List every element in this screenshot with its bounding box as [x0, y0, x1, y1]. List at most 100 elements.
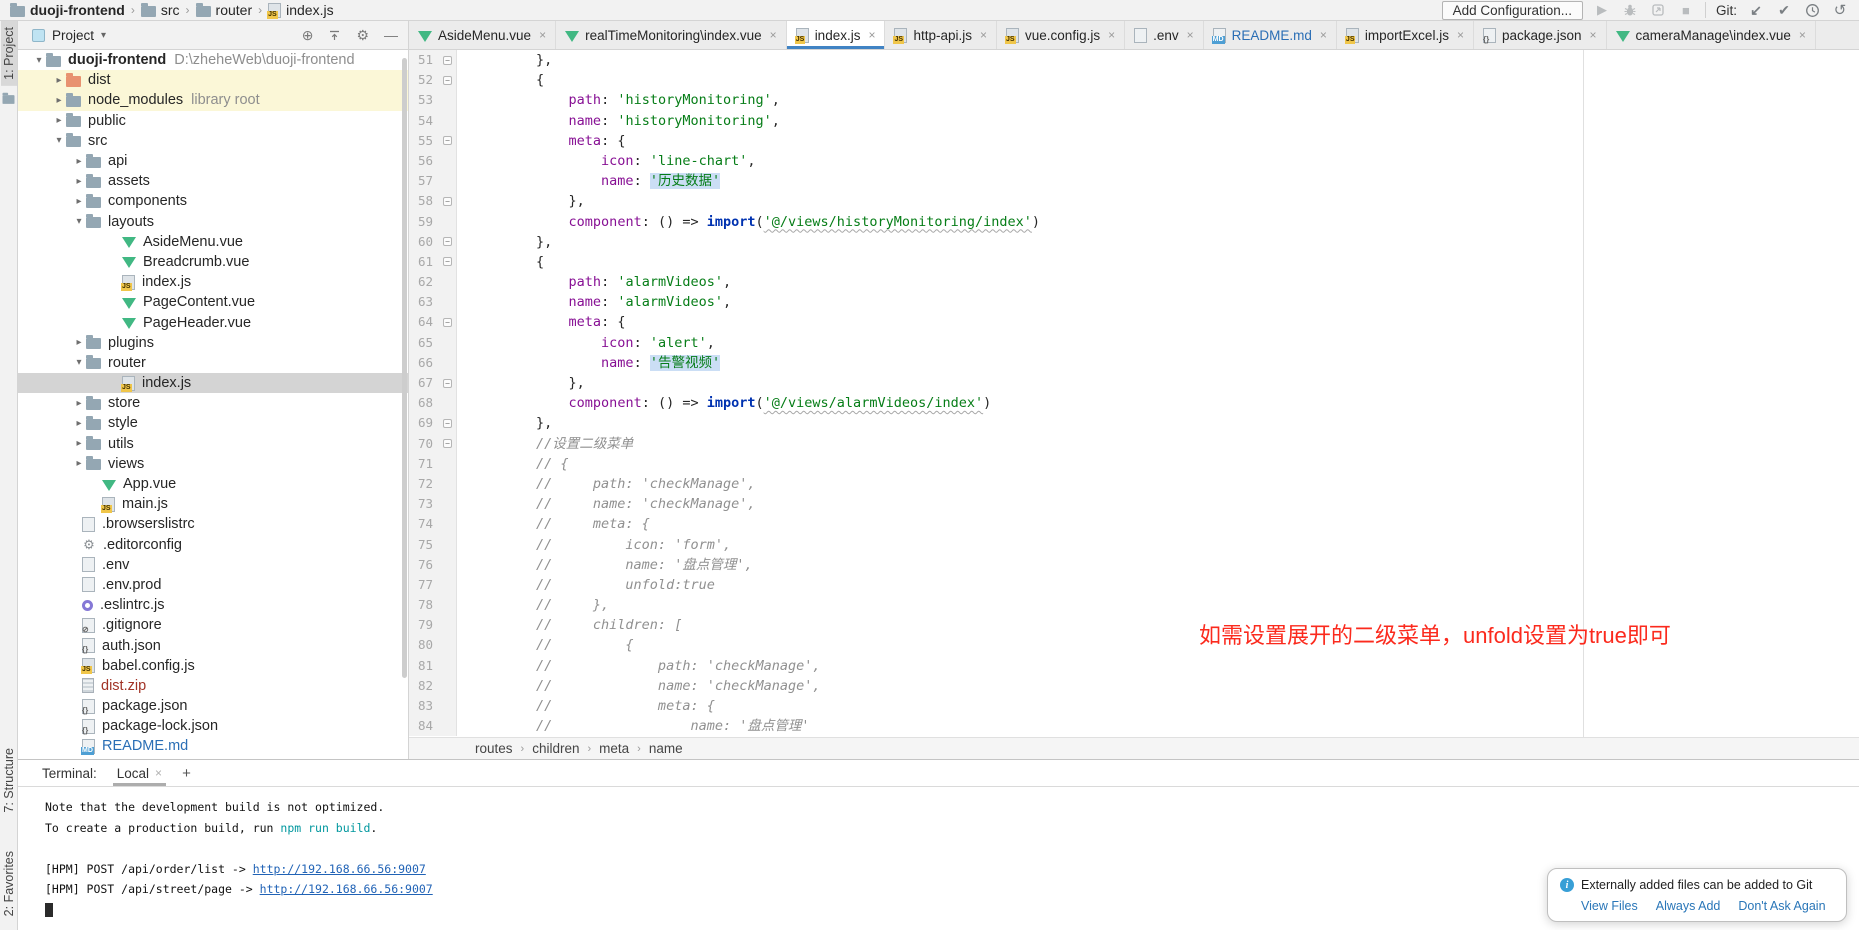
fold-marker-icon[interactable]: − [443, 197, 452, 206]
notification-action-don-t-ask-again[interactable]: Don't Ask Again [1738, 899, 1825, 913]
chevron-collapsed-icon[interactable]: ▸ [72, 418, 86, 429]
editor-tab[interactable]: MDREADME.md× [1204, 21, 1337, 49]
code-line[interactable]: 53 path: 'historyMonitoring', [409, 90, 1859, 110]
fold-marker-icon[interactable]: − [443, 76, 452, 85]
code-line[interactable]: 66 name: '告警视频' [409, 353, 1859, 373]
tree-row-babel-config-js[interactable]: JSbabel.config.js [18, 656, 408, 676]
breadcrumb-item[interactable]: router [196, 2, 253, 18]
tree-row-views[interactable]: ▸views [18, 454, 408, 474]
code-line[interactable]: 67− }, [409, 373, 1859, 393]
code-line[interactable]: 69− }, [409, 413, 1859, 433]
code-line[interactable]: 75 // icon: 'form', [409, 535, 1859, 555]
editor-tab[interactable]: JSindex.js× [787, 21, 886, 49]
editor-tab[interactable]: JSvue.config.js× [997, 21, 1125, 49]
close-tab-icon[interactable]: × [770, 28, 777, 42]
tree-row-components[interactable]: ▸components [18, 191, 408, 211]
code-line[interactable]: 83 // meta: { [409, 696, 1859, 716]
tree-row-router[interactable]: ▾router [18, 353, 408, 373]
code-line[interactable]: 70− //设置二级菜单 [409, 434, 1859, 454]
fold-marker-icon[interactable]: − [443, 136, 452, 145]
code-line[interactable]: 64− meta: { [409, 312, 1859, 332]
editor-tab[interactable]: AsideMenu.vue× [409, 21, 556, 49]
code-line[interactable]: 73 // name: 'checkManage', [409, 494, 1859, 514]
notification-action-always-add[interactable]: Always Add [1656, 899, 1721, 913]
tree-row-style[interactable]: ▸style [18, 413, 408, 433]
tree-row-readme-md[interactable]: MDREADME.md [18, 736, 408, 756]
git-update-icon[interactable]: ↙ [1747, 1, 1765, 19]
code-line[interactable]: 63 name: 'alarmVideos', [409, 292, 1859, 312]
tree-row--gitignore[interactable]: ⊘.gitignore [18, 615, 408, 635]
tree-row--browserslistrc[interactable]: .browserslistrc [18, 514, 408, 534]
tree-row--eslintrc-js[interactable]: .eslintrc.js [18, 595, 408, 615]
code-line[interactable]: 78 // }, [409, 595, 1859, 615]
code-line[interactable]: 68 component: () => import('@/views/alar… [409, 393, 1859, 413]
chevron-collapsed-icon[interactable]: ▸ [72, 398, 86, 409]
chevron-collapsed-icon[interactable]: ▸ [72, 458, 86, 469]
editor-breadcrumb-item[interactable]: routes [475, 741, 513, 756]
history-clock-icon[interactable] [1803, 1, 1821, 19]
fold-marker-icon[interactable]: − [443, 419, 452, 428]
code-line[interactable]: 74 // meta: { [409, 514, 1859, 534]
tree-row--env-prod[interactable]: .env.prod [18, 575, 408, 595]
tree-row-index-js[interactable]: JSindex.js [18, 272, 408, 292]
code-line[interactable]: 60− }, [409, 232, 1859, 252]
breadcrumb-item[interactable]: src [141, 2, 180, 18]
code-editor[interactable]: 51− },52− {53 path: 'historyMonitoring',… [409, 50, 1859, 737]
tree-row-breadcrumb-vue[interactable]: Breadcrumb.vue [18, 252, 408, 272]
git-commit-icon[interactable]: ✔ [1775, 1, 1793, 19]
tree-row-api[interactable]: ▸api [18, 151, 408, 171]
tree-row-auth-json[interactable]: {}auth.json [18, 635, 408, 655]
tree-row-dist[interactable]: ▸dist [18, 70, 408, 90]
tree-row-package-lock-json[interactable]: {}package-lock.json [18, 716, 408, 736]
code-line[interactable]: 54 name: 'historyMonitoring', [409, 111, 1859, 131]
close-tab-icon[interactable]: × [868, 28, 875, 42]
code-line[interactable]: 81 // path: 'checkManage', [409, 656, 1859, 676]
debug-bug-icon[interactable] [1621, 1, 1639, 19]
code-line[interactable]: 58− }, [409, 191, 1859, 211]
notification-action-view-files[interactable]: View Files [1581, 899, 1638, 913]
code-line[interactable]: 59 component: () => import('@/views/hist… [409, 212, 1859, 232]
fold-marker-icon[interactable]: − [443, 56, 452, 65]
fold-marker-icon[interactable]: − [443, 379, 452, 388]
editor-tab[interactable]: realTimeMonitoring\index.vue× [556, 21, 787, 49]
editor-breadcrumb-item[interactable]: name [649, 741, 683, 756]
tree-row-src[interactable]: ▾src [18, 131, 408, 151]
tree-row-asidemenu-vue[interactable]: AsideMenu.vue [18, 232, 408, 252]
code-line[interactable]: 52− { [409, 70, 1859, 90]
breadcrumb-item[interactable]: duoji-frontend [10, 2, 125, 18]
locate-file-icon[interactable]: ⊕ [302, 27, 314, 44]
fold-marker-icon[interactable]: − [443, 257, 452, 266]
project-panel-title[interactable]: Project [52, 28, 94, 43]
add-configuration-button[interactable]: Add Configuration... [1442, 1, 1583, 20]
run-icon[interactable]: ▶ [1593, 1, 1611, 19]
tree-row-duoji-frontend[interactable]: ▾duoji-frontendD:\zheheWeb\duoji-fronten… [18, 50, 408, 70]
code-line[interactable]: 56 icon: 'line-chart', [409, 151, 1859, 171]
tree-row-utils[interactable]: ▸utils [18, 434, 408, 454]
tool-stripe-structure[interactable]: 7: Structure [1, 742, 17, 819]
close-tab-icon[interactable]: × [1320, 28, 1327, 42]
new-terminal-plus-icon[interactable]: + [182, 765, 191, 782]
tree-row--editorconfig[interactable]: ⚙.editorconfig [18, 535, 408, 555]
chevron-down-icon[interactable]: ▾ [101, 30, 106, 41]
code-line[interactable]: 57 name: '历史数据' [409, 171, 1859, 191]
chevron-collapsed-icon[interactable]: ▸ [72, 176, 86, 187]
close-icon[interactable]: × [155, 766, 162, 780]
close-tab-icon[interactable]: × [1799, 28, 1806, 42]
close-tab-icon[interactable]: × [1108, 28, 1115, 42]
code-line[interactable]: 71 // { [409, 454, 1859, 474]
tree-row-store[interactable]: ▸store [18, 393, 408, 413]
rollback-icon[interactable]: ↺ [1831, 1, 1849, 19]
hide-panel-icon[interactable]: — [384, 27, 398, 43]
tool-stripe-favorites[interactable]: 2: Favorites [1, 845, 17, 922]
tree-row--env[interactable]: .env [18, 555, 408, 575]
close-tab-icon[interactable]: × [1590, 28, 1597, 42]
chevron-collapsed-icon[interactable]: ▸ [72, 156, 86, 167]
code-line[interactable]: 77 // unfold:true [409, 575, 1859, 595]
chevron-expanded-icon[interactable]: ▾ [52, 135, 66, 146]
editor-tab[interactable]: cameraManage\index.vue× [1607, 21, 1816, 49]
editor-breadcrumb-item[interactable]: children [532, 741, 579, 756]
close-tab-icon[interactable]: × [1187, 28, 1194, 42]
code-line[interactable]: 82 // name: 'checkManage', [409, 676, 1859, 696]
breadcrumb-item[interactable]: JSindex.js [268, 2, 333, 18]
code-line[interactable]: 51− }, [409, 50, 1859, 70]
